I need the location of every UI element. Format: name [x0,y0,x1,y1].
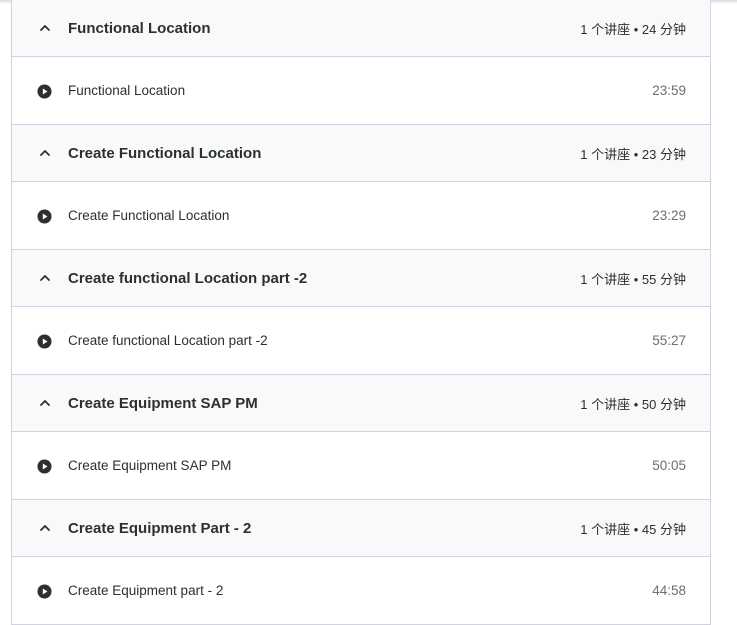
chevron-up-icon [40,400,50,406]
section-title: Create Functional Location [68,144,262,162]
lecture-title: Create functional Location part -2 [68,333,268,348]
lecture-title: Create Equipment SAP PM [68,458,232,473]
chevron-up-icon [40,150,50,156]
lecture-duration: 23:29 [652,208,686,223]
section-header[interactable]: Create Functional Location 1 个讲座 • 23 分钟 [12,125,710,182]
play-circle-icon [37,208,52,224]
section-title: Create Equipment SAP PM [68,394,258,412]
play-circle-icon [37,333,52,349]
lecture-duration: 55:27 [652,333,686,348]
section-meta: 1 个讲座 • 50 分钟 [580,396,686,412]
lecture-title: Functional Location [68,83,186,98]
chevron-up-icon [40,25,50,31]
section-meta: 1 个讲座 • 24 分钟 [580,21,686,37]
lecture-item[interactable]: Functional Location 23:59 [12,57,710,125]
section-meta: 1 个讲座 • 55 分钟 [580,271,686,287]
play-circle-icon [37,583,52,599]
lecture-title: Create Equipment part - 2 [68,583,224,598]
lecture-item[interactable]: Create Functional Location 23:29 [12,182,710,250]
lecture-item[interactable]: Create Equipment SAP PM 50:05 [12,432,710,500]
section-title: Create functional Location part -2 [68,269,308,287]
lecture-duration: 50:05 [652,458,686,473]
section-header[interactable]: Create Equipment SAP PM 1 个讲座 • 50 分钟 [12,375,710,432]
chevron-up-icon [40,275,50,281]
lecture-duration: 23:59 [652,83,686,98]
chevron-up-icon [40,525,50,531]
play-circle-icon [37,458,52,474]
play-circle-icon [37,83,52,99]
lecture-item[interactable]: Create functional Location part -2 55:27 [12,307,710,375]
section-meta: 1 个讲座 • 23 分钟 [580,146,686,162]
section-header[interactable]: Functional Location 1 个讲座 • 24 分钟 [12,0,710,57]
lecture-title: Create Functional Location [68,208,230,223]
course-curriculum: Functional Location 1 个讲座 • 24 分钟 Functi… [11,0,711,625]
lecture-item[interactable]: Create Equipment part - 2 44:58 [12,557,710,625]
section-header[interactable]: Create Equipment Part - 2 1 个讲座 • 45 分钟 [12,500,710,557]
section-meta: 1 个讲座 • 45 分钟 [580,521,686,537]
section-title: Functional Location [68,19,211,37]
lecture-duration: 44:58 [652,583,686,598]
section-title: Create Equipment Part - 2 [68,519,252,537]
section-header[interactable]: Create functional Location part -2 1 个讲座… [12,250,710,307]
